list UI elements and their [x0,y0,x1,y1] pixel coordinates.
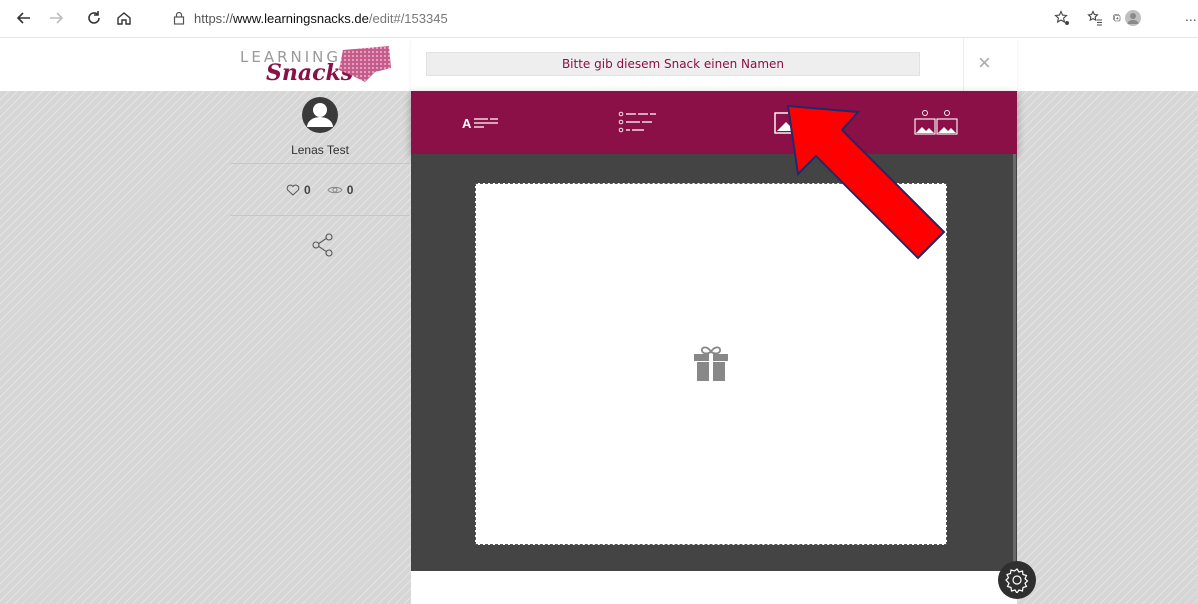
snack-name-input[interactable]: Bitte gib diesem Snack einen Namen [426,52,920,76]
tab-quiz[interactable] [611,105,671,141]
quiz-list-icon [618,111,656,133]
forward-arrow-icon[interactable] [44,6,68,30]
views-stat: 0 [327,183,354,197]
learning-snacks-logo[interactable]: LEARNING Snacks [240,44,391,86]
user-name: Lenas Test [291,143,349,157]
likes-count: 0 [304,183,311,197]
page: LEARNING Snacks Lenas Test 0 0 Bitte gib… [0,38,1198,604]
profile-avatar-icon[interactable] [1125,10,1141,26]
home-icon[interactable] [112,6,136,30]
eye-icon [327,186,343,194]
logo-badge-icon [339,46,391,82]
reload-icon[interactable] [82,6,106,30]
address-bar[interactable]: https://www.learningsnacks.de/edit#/1533… [172,6,448,30]
lock-icon [173,11,185,25]
stats-row: 0 0 [286,183,353,197]
close-icon[interactable]: × [978,50,991,76]
collections-icon[interactable] [1097,6,1121,30]
back-arrow-icon[interactable] [12,6,36,30]
heart-icon [286,184,300,196]
editor-footer [411,571,1017,604]
share-icon[interactable] [312,233,334,257]
url-prefix: https:// [194,10,234,26]
user-avatar-icon[interactable] [301,96,339,134]
divider [230,215,410,216]
tab-text[interactable]: A [461,105,511,141]
views-count: 0 [346,183,354,197]
url-domain: www.learningsnacks.de [233,10,369,26]
more-menu-icon[interactable]: ... [1185,8,1197,24]
gear-icon [1005,568,1029,593]
divider [963,38,964,91]
divider [230,163,410,164]
likes-stat[interactable]: 0 [286,183,311,197]
browser-toolbar: https://www.learningsnacks.de/edit#/1533… [0,0,1198,38]
snack-name-bar: Bitte gib diesem Snack einen Namen × [411,38,1017,91]
svg-text:A: A [462,116,472,131]
annotation-arrow [786,104,946,260]
url-path: /edit#/153345 [368,10,448,26]
settings-gear-button[interactable] [998,561,1036,599]
gift-icon [694,346,728,381]
text-block-icon: A [462,116,498,131]
favorite-star-icon[interactable] [1050,6,1074,30]
author-sidebar: Lenas Test 0 0 [230,91,410,604]
scrollbar[interactable] [1013,154,1016,571]
